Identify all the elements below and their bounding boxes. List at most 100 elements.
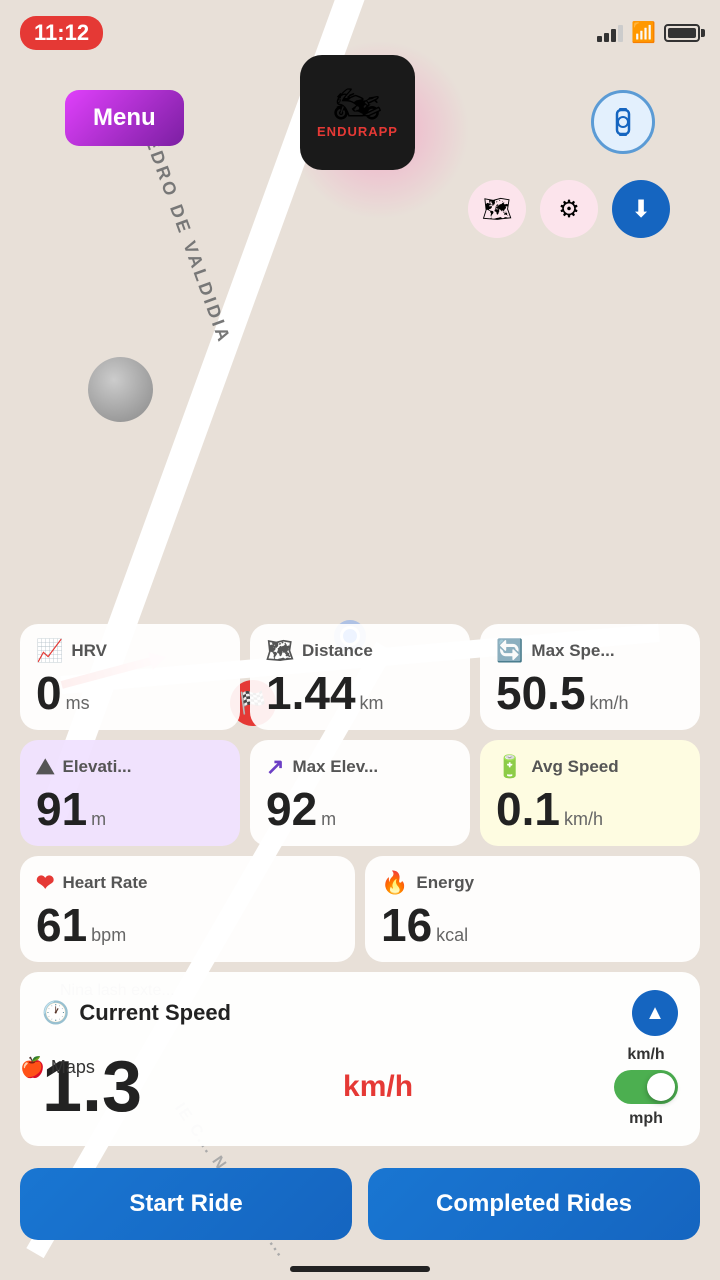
distance-unit: km bbox=[360, 693, 384, 714]
speed-unit-toggle-group: km/h mph bbox=[614, 1046, 678, 1128]
distance-value: 1.44 bbox=[266, 670, 356, 716]
completed-rides-button[interactable]: Completed Rides bbox=[368, 1168, 700, 1240]
avg-speed-label: Avg Speed bbox=[531, 757, 618, 777]
elevation-value-row: 91 m bbox=[36, 786, 224, 832]
stat-card-elevation: ⛰ Elevati... 91 m bbox=[20, 740, 240, 846]
stat-header-energy: 🔥 Energy bbox=[381, 870, 684, 896]
maps-credit: 🍎 Maps bbox=[20, 1055, 95, 1080]
energy-unit: kcal bbox=[436, 925, 468, 946]
top-right-circle-button[interactable] bbox=[591, 90, 655, 154]
signal-bar-1 bbox=[597, 36, 602, 42]
max-speed-value-row: 50.5 km/h bbox=[496, 670, 684, 716]
stat-header-max-speed: 🔄 Max Spe... bbox=[496, 638, 684, 664]
app-logo: 🏍 ENDURAPP bbox=[300, 55, 415, 170]
stat-header-distance: 🗺 Distance bbox=[266, 638, 454, 664]
toggle-kmh-label: km/h bbox=[627, 1046, 664, 1064]
stats-row-3: ❤ Heart Rate 61 bpm 🔥 Energy 16 kcal bbox=[20, 856, 700, 962]
energy-value: 16 bbox=[381, 902, 432, 948]
map-marker-gray bbox=[88, 357, 153, 422]
heart-rate-icon: ❤ bbox=[36, 870, 54, 896]
home-indicator bbox=[290, 1266, 430, 1272]
max-speed-icon: 🔄 bbox=[496, 638, 523, 664]
speed-unit-toggle[interactable] bbox=[614, 1070, 678, 1104]
action-buttons-row: 🗺 ⚙ ⬇ bbox=[468, 180, 670, 238]
avg-speed-value-row: 0.1 km/h bbox=[496, 786, 684, 832]
hrv-value: 0 bbox=[36, 670, 62, 716]
current-speed-icon: 🕐 bbox=[42, 1000, 69, 1026]
stats-cards: 📈 HRV 0 ms 🗺 Distance 1.44 km bbox=[0, 624, 720, 962]
distance-icon: 🗺 bbox=[266, 638, 294, 664]
stat-header-elevation: ⛰ Elevati... bbox=[36, 754, 224, 780]
heart-rate-value: 61 bbox=[36, 902, 87, 948]
heart-rate-unit: bpm bbox=[91, 925, 126, 946]
menu-button[interactable]: Menu bbox=[65, 90, 184, 146]
avg-speed-icon: 🔋 bbox=[496, 754, 523, 780]
logo-bike-icon: 🏍 bbox=[333, 86, 381, 124]
heart-rate-label: Heart Rate bbox=[62, 873, 147, 893]
bottom-bar-container: 🍎 Maps Start Ride Completed Rides bbox=[0, 1158, 720, 1240]
speed-card: 🕐 Current Speed ▲ 1.3 km/h km/h mph bbox=[20, 972, 700, 1146]
status-bar: 11:12 📶 bbox=[0, 0, 720, 55]
status-time: 11:12 bbox=[20, 16, 103, 50]
current-speed-unit-label: km/h bbox=[343, 1070, 413, 1104]
max-elev-value-row: 92 m bbox=[266, 786, 454, 832]
download-icon: ⬇ bbox=[631, 195, 651, 224]
max-speed-value: 50.5 bbox=[496, 670, 586, 716]
download-action-button[interactable]: ⬇ bbox=[612, 180, 670, 238]
energy-label: Energy bbox=[416, 873, 474, 893]
hrv-icon: 📈 bbox=[36, 638, 63, 664]
battery-fill bbox=[668, 28, 696, 38]
logo-text-app: APP bbox=[368, 124, 398, 139]
energy-icon: 🔥 bbox=[381, 870, 408, 896]
bottom-actions: Start Ride Completed Rides bbox=[0, 1158, 720, 1240]
max-elev-icon: ↗ bbox=[266, 754, 284, 780]
logo-text: ENDURAPP bbox=[317, 124, 398, 139]
elevation-unit: m bbox=[91, 809, 106, 830]
stat-card-hrv: 📈 HRV 0 ms bbox=[20, 624, 240, 730]
stats-row-1: 📈 HRV 0 ms 🗺 Distance 1.44 km bbox=[20, 624, 700, 730]
wifi-icon: 📶 bbox=[631, 20, 656, 45]
watch-icon bbox=[609, 108, 637, 136]
map-action-button[interactable]: 🗺 bbox=[468, 180, 526, 238]
energy-value-row: 16 kcal bbox=[381, 902, 684, 948]
max-elev-label: Max Elev... bbox=[292, 757, 378, 777]
elevation-value: 91 bbox=[36, 786, 87, 832]
signal-bar-2 bbox=[604, 33, 609, 42]
stat-header-max-elev: ↗ Max Elev... bbox=[266, 754, 454, 780]
stat-card-max-elevation: ↗ Max Elev... 92 m bbox=[250, 740, 470, 846]
bottom-panel: 📈 HRV 0 ms 🗺 Distance 1.44 km bbox=[0, 624, 720, 1280]
chevron-up-icon: ▲ bbox=[645, 1002, 665, 1025]
current-speed-title: Current Speed bbox=[79, 1000, 231, 1026]
distance-value-row: 1.44 km bbox=[266, 670, 454, 716]
road-label-1: PEDRO DE VALDIDIA bbox=[135, 120, 235, 347]
speed-title-row: 🕐 Current Speed bbox=[42, 1000, 231, 1026]
max-speed-label: Max Spe... bbox=[531, 641, 614, 661]
toggle-mph-label: mph bbox=[629, 1110, 663, 1128]
settings-icon: ⚙ bbox=[558, 195, 580, 224]
avg-speed-value: 0.1 bbox=[496, 786, 560, 832]
stats-row-2: ⛰ Elevati... 91 m ↗ Max Elev... 92 m bbox=[20, 740, 700, 846]
signal-bars bbox=[597, 24, 623, 42]
heart-rate-value-row: 61 bpm bbox=[36, 902, 339, 948]
start-ride-button[interactable]: Start Ride bbox=[20, 1168, 352, 1240]
max-speed-unit: km/h bbox=[590, 693, 629, 714]
stat-header-avg-speed: 🔋 Avg Speed bbox=[496, 754, 684, 780]
speed-card-header: 🕐 Current Speed ▲ bbox=[42, 990, 678, 1036]
stat-card-heart-rate: ❤ Heart Rate 61 bpm bbox=[20, 856, 355, 962]
speed-bottom: 1.3 km/h km/h mph bbox=[42, 1046, 678, 1128]
maps-credit-label: Maps bbox=[51, 1057, 95, 1078]
signal-bar-3 bbox=[611, 29, 616, 42]
stat-header-heart-rate: ❤ Heart Rate bbox=[36, 870, 339, 896]
settings-action-button[interactable]: ⚙ bbox=[540, 180, 598, 238]
elevation-label: Elevati... bbox=[62, 757, 131, 777]
stat-card-max-speed: 🔄 Max Spe... 50.5 km/h bbox=[480, 624, 700, 730]
hrv-unit: ms bbox=[66, 693, 90, 714]
hrv-value-row: 0 ms bbox=[36, 670, 224, 716]
chevron-up-button[interactable]: ▲ bbox=[632, 990, 678, 1036]
stat-header-hrv: 📈 HRV bbox=[36, 638, 224, 664]
apple-logo-icon: 🍎 bbox=[20, 1055, 45, 1080]
toggle-knob bbox=[647, 1073, 675, 1101]
max-elev-value: 92 bbox=[266, 786, 317, 832]
logo-text-endur: ENDUR bbox=[317, 124, 368, 139]
stat-card-avg-speed: 🔋 Avg Speed 0.1 km/h bbox=[480, 740, 700, 846]
